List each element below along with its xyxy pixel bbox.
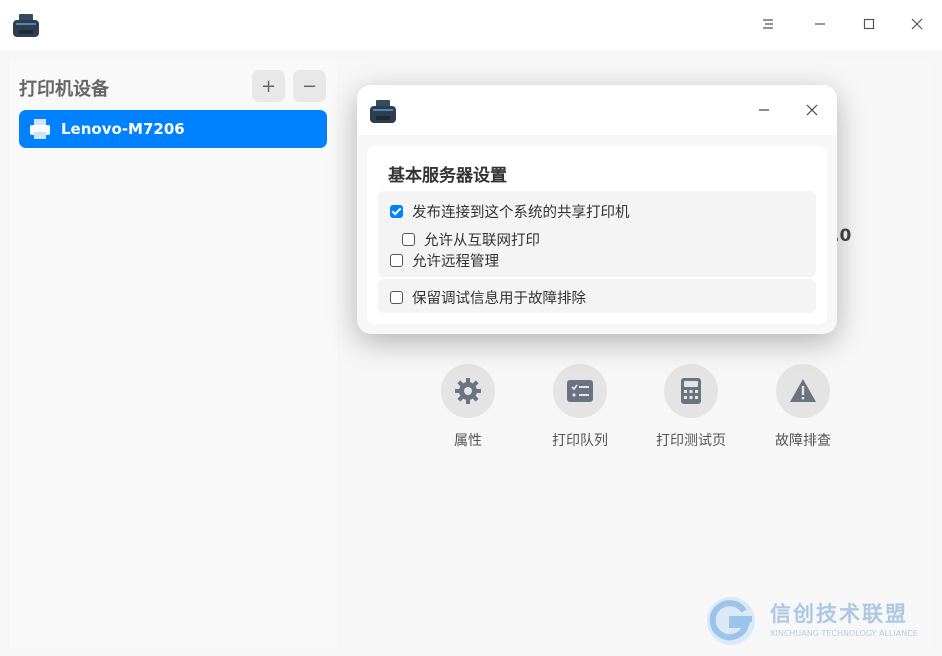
queue-list-icon xyxy=(567,380,593,402)
internet-printing-checkbox[interactable] xyxy=(402,233,415,246)
title-bar xyxy=(0,0,942,50)
settings-card: 基本服务器设置 发布连接到这个系统的共享打印机 允许从互联网打印 允许远程管理 … xyxy=(367,146,827,324)
allow-remote-admin-option[interactable]: 允许远程管理 xyxy=(390,250,499,271)
dialog-minimize-button[interactable] xyxy=(752,98,776,122)
option-label: 允许从互联网打印 xyxy=(424,233,540,249)
keep-debug-info-option[interactable]: 保留调试信息用于故障排除 xyxy=(390,287,586,308)
menu-button[interactable] xyxy=(756,12,780,36)
settings-group: 发布连接到这个系统的共享打印机 允许从互联网打印 允许远程管理 xyxy=(378,191,816,277)
device-list-panel: 打印机设备 + − Lenovo-M7206 xyxy=(9,60,337,648)
close-icon xyxy=(806,104,818,116)
alliance-logo xyxy=(707,597,755,645)
print-test-page-button[interactable]: 打印测试页 xyxy=(646,364,736,450)
minimize-icon xyxy=(815,23,825,25)
device-label: Lenovo-M7206 xyxy=(61,120,185,138)
option-label: 允许远程管理 xyxy=(412,254,499,270)
test-page-icon xyxy=(681,378,701,404)
dialog-close-button[interactable] xyxy=(800,98,824,122)
properties-button[interactable]: 属性 xyxy=(423,364,513,450)
settings-group: 保留调试信息用于故障排除 xyxy=(378,279,816,313)
device-item[interactable]: Lenovo-M7206 xyxy=(19,110,327,148)
close-icon xyxy=(911,18,923,30)
remove-printer-button[interactable]: − xyxy=(293,70,326,102)
close-button[interactable] xyxy=(905,12,929,36)
publish-shared-printers-option[interactable]: 发布连接到这个系统的共享打印机 xyxy=(390,201,630,222)
properties-label: 属性 xyxy=(454,433,482,449)
watermark: 信创技术联盟 XINCHUANG TECHNOLOGY ALLIANCE xyxy=(704,594,934,648)
option-label: 保留调试信息用于故障排除 xyxy=(412,291,586,307)
maximize-icon xyxy=(863,18,875,30)
print-queue-label: 打印队列 xyxy=(552,433,608,449)
panel-title: 打印机设备 xyxy=(19,79,109,100)
dialog-heading: 基本服务器设置 xyxy=(388,166,507,186)
print-test-page-label: 打印测试页 xyxy=(656,433,726,449)
gear-icon xyxy=(455,378,481,404)
publish-shared-checkbox[interactable] xyxy=(390,205,403,218)
maximize-button[interactable] xyxy=(857,12,881,36)
troubleshoot-button[interactable]: 故障排查 xyxy=(758,364,848,450)
dialog-title-bar xyxy=(357,85,837,135)
printer-app-icon xyxy=(370,100,396,123)
minimize-icon xyxy=(759,109,769,111)
print-queue-button[interactable]: 打印队列 xyxy=(535,364,625,450)
minimize-button[interactable] xyxy=(808,12,832,36)
printer-app-icon xyxy=(13,14,39,37)
menu-icon xyxy=(763,19,773,29)
troubleshoot-label: 故障排查 xyxy=(775,433,831,449)
allow-internet-printing-option[interactable]: 允许从互联网打印 xyxy=(402,229,540,250)
watermark-title: 信创技术联盟 xyxy=(770,602,908,626)
warning-icon xyxy=(790,379,816,402)
server-settings-dialog: 基本服务器设置 发布连接到这个系统的共享打印机 允许从互联网打印 允许远程管理 … xyxy=(357,85,837,334)
watermark-subtitle: XINCHUANG TECHNOLOGY ALLIANCE xyxy=(770,629,918,638)
remote-admin-checkbox[interactable] xyxy=(390,254,403,267)
add-printer-button[interactable]: + xyxy=(252,70,285,102)
debug-info-checkbox[interactable] xyxy=(390,291,403,304)
printer-icon xyxy=(30,119,50,139)
option-label: 发布连接到这个系统的共享打印机 xyxy=(412,205,630,221)
